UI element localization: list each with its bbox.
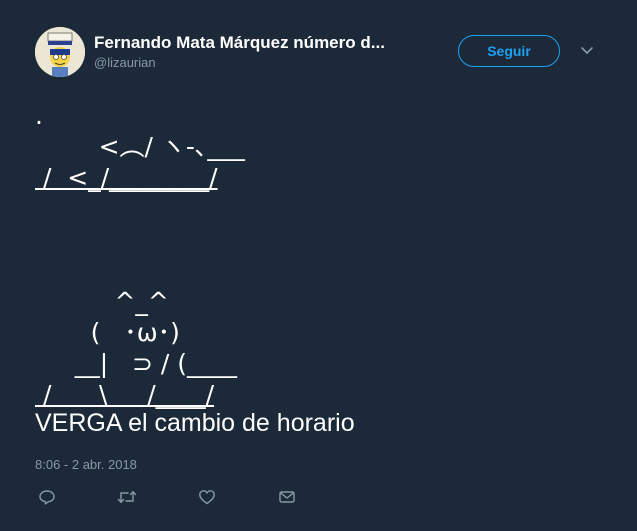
- ascii-art: . <︵/ ヽ-､___ / <_/________/ ^_^ ( ･ω･) _…: [35, 100, 595, 410]
- author-names: Fernando Mata Márquez número d... @lizau…: [94, 33, 385, 72]
- ascii-line: .: [35, 101, 43, 130]
- tweet-text: VERGA el cambio de horario: [35, 409, 355, 437]
- tweet-header: Fernando Mata Márquez número d... @lizau…: [35, 27, 605, 79]
- avatar[interactable]: [35, 27, 85, 77]
- ascii-line: ^_^: [35, 287, 169, 316]
- ascii-line: __| ⊃ / (____: [35, 349, 238, 378]
- author-handle[interactable]: @lizaurian: [94, 54, 385, 72]
- envelope-icon[interactable]: [278, 488, 298, 508]
- tweet-timestamp[interactable]: 8:06 - 2 abr. 2018: [35, 457, 137, 472]
- ascii-line: ( ･ω･): [35, 318, 180, 347]
- tweet-body: . <︵/ ヽ-､___ / <_/________/ ^_^ ( ･ω･) _…: [35, 100, 595, 410]
- follow-button[interactable]: Seguir: [458, 35, 560, 67]
- author-display-name[interactable]: Fernando Mata Márquez número d...: [94, 33, 385, 53]
- avatar-image: [35, 27, 85, 77]
- heart-icon[interactable]: [198, 488, 218, 508]
- retweet-icon[interactable]: [117, 488, 137, 508]
- ascii-line: / \ /____/: [35, 380, 215, 409]
- ascii-line: <︵/ ヽ-､___: [35, 132, 245, 161]
- ascii-line: / <_/________/: [35, 163, 218, 192]
- tweet-actions: [35, 488, 335, 508]
- chevron-down-icon[interactable]: [580, 43, 594, 57]
- reply-icon[interactable]: [38, 488, 58, 508]
- tweet: Fernando Mata Márquez número d... @lizau…: [0, 0, 637, 531]
